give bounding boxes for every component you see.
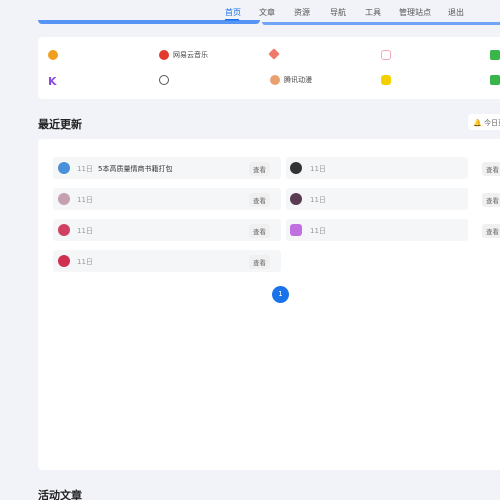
- update-date: 11日: [77, 165, 93, 173]
- update-row[interactable]: 11日: [286, 188, 468, 210]
- pig-icon: [381, 50, 391, 60]
- check-badge-icon: [48, 50, 58, 60]
- quick-link[interactable]: K: [48, 75, 61, 88]
- nav-resources[interactable]: 资源: [294, 7, 310, 18]
- green-app-icon: [490, 75, 500, 85]
- tencent-comic-icon: [270, 75, 280, 85]
- quick-link[interactable]: 网易云音乐: [159, 50, 208, 60]
- update-date: 11日: [310, 165, 326, 173]
- quick-link-label: 网易云音乐: [173, 51, 208, 59]
- nav-articles[interactable]: 文章: [259, 7, 275, 18]
- active-articles-title: 活动文章: [38, 489, 82, 500]
- quick-link-label: 腾讯动漫: [284, 76, 312, 84]
- quick-link[interactable]: [48, 50, 62, 60]
- recent-updates-card: 11日 5本高质量情商书籍打包 查看 11日 查看 11日 查看 11日 查看 …: [38, 139, 500, 470]
- pagination-page-button[interactable]: 1: [272, 286, 289, 303]
- avatar: [58, 193, 70, 205]
- view-button[interactable]: 查看: [482, 162, 500, 176]
- view-button[interactable]: 查看: [249, 193, 270, 207]
- quick-link[interactable]: [490, 50, 500, 60]
- nav-navigation[interactable]: 导航: [330, 7, 346, 18]
- view-button[interactable]: 查看: [482, 193, 500, 207]
- nav-manage-sites[interactable]: 管理站点: [399, 7, 431, 18]
- view-button[interactable]: 查看: [249, 224, 270, 238]
- update-row[interactable]: 11日 查看: [53, 250, 281, 272]
- quick-link[interactable]: [381, 75, 395, 85]
- view-button[interactable]: 查看: [482, 224, 500, 238]
- update-row[interactable]: 11日: [286, 219, 468, 241]
- diamond-icon: [268, 48, 280, 60]
- avatar: [290, 224, 302, 236]
- quick-link[interactable]: 腾讯动漫: [270, 75, 312, 85]
- yellow-app-icon: [381, 75, 391, 85]
- update-row[interactable]: 11日: [286, 157, 468, 179]
- avatar: [58, 224, 70, 236]
- today-updates-button[interactable]: 🔔 今日更新: [468, 114, 500, 130]
- netease-music-icon: [159, 50, 169, 60]
- update-date: 11日: [77, 196, 93, 204]
- hero-banner-edge: [262, 22, 500, 25]
- avatar: [58, 162, 70, 174]
- nav-logout[interactable]: 退出: [448, 7, 464, 18]
- update-date: 11日: [77, 227, 93, 235]
- leaf-icon: [490, 50, 500, 60]
- avatar: [58, 255, 70, 267]
- avatar: [290, 193, 302, 205]
- update-row[interactable]: 11日 查看: [53, 188, 281, 210]
- update-row[interactable]: 11日 查看: [53, 219, 281, 241]
- recent-updates-title: 最近更新: [38, 118, 82, 131]
- update-date: 11日: [310, 227, 326, 235]
- update-date: 11日: [77, 258, 93, 266]
- update-date: 11日: [310, 196, 326, 204]
- bell-icon: 🔔: [473, 119, 482, 127]
- update-title: 5本高质量情商书籍打包: [98, 165, 173, 173]
- view-button[interactable]: 查看: [249, 162, 270, 176]
- avatar: [290, 162, 302, 174]
- hero-banner-edge: [38, 20, 260, 24]
- quick-links-card: 网易云音乐 K 腾讯动漫: [38, 37, 500, 99]
- quick-link[interactable]: [268, 48, 282, 60]
- k-logo-icon: K: [48, 75, 57, 88]
- nav-tools[interactable]: 工具: [365, 7, 381, 18]
- q-logo-icon: [159, 75, 169, 85]
- quick-link[interactable]: [381, 50, 395, 60]
- view-button[interactable]: 查看: [249, 255, 270, 269]
- update-row[interactable]: 11日 5本高质量情商书籍打包 查看: [53, 157, 281, 179]
- nav-home[interactable]: 首页: [225, 7, 241, 18]
- quick-link[interactable]: [159, 75, 173, 85]
- quick-link[interactable]: [490, 75, 500, 85]
